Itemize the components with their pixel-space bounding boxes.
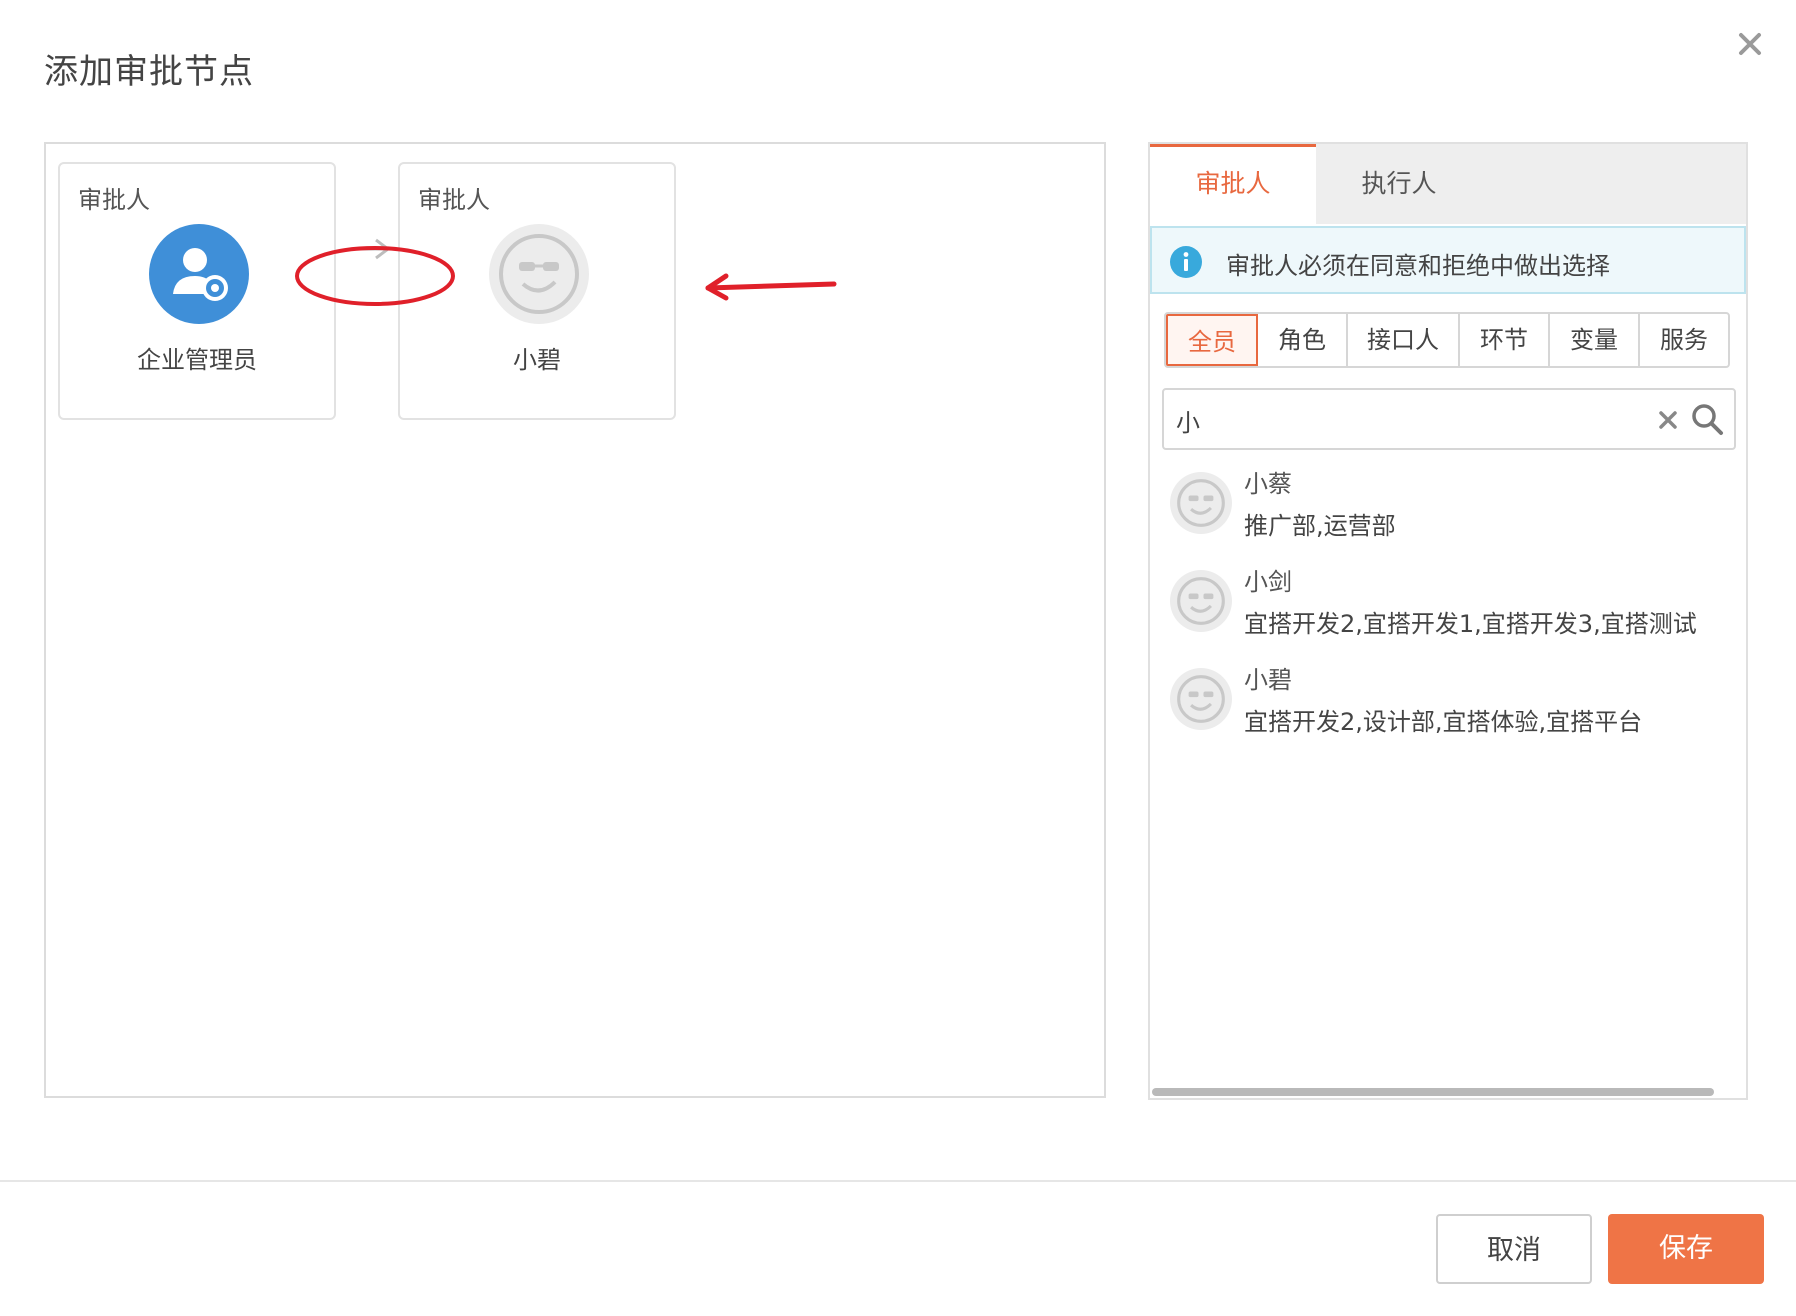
member-name: 小蔡: [1244, 470, 1292, 498]
flow-canvas: 审批人 企业管理员 审批人 小碧: [44, 142, 1106, 1098]
list-item[interactable]: 小碧 宜搭开发2,设计部,宜搭体验,宜搭平台: [1150, 660, 1746, 758]
member-name: 小剑: [1244, 568, 1292, 596]
list-item[interactable]: 小蔡 推广部,运营部: [1150, 464, 1746, 562]
filter-all[interactable]: 全员: [1166, 314, 1258, 366]
member-departments: 宜搭开发2,设计部,宜搭体验,宜搭平台: [1244, 708, 1643, 736]
close-icon[interactable]: [1732, 26, 1768, 62]
filter-contact[interactable]: 接口人: [1348, 314, 1460, 366]
member-departments: 推广部,运营部: [1244, 512, 1396, 540]
dialog-title: 添加审批节点: [44, 52, 254, 92]
approver-picker: 审批人 执行人 审批人必须在同意和拒绝中做出选择 全员 角色 接口人 环节 变量…: [1148, 142, 1748, 1100]
info-icon: [1170, 246, 1202, 278]
info-notice: 审批人必须在同意和拒绝中做出选择: [1150, 226, 1746, 294]
approval-node-card[interactable]: 审批人 企业管理员: [58, 162, 336, 420]
default-face-avatar-icon: [489, 224, 589, 324]
filter-role[interactable]: 角色: [1258, 314, 1348, 366]
node-name: 企业管理员: [137, 346, 257, 374]
save-button[interactable]: 保存: [1608, 1214, 1764, 1284]
default-face-avatar-icon: [1170, 570, 1232, 632]
horizontal-scrollbar[interactable]: [1152, 1088, 1714, 1096]
default-face-avatar-icon: [1170, 472, 1232, 534]
member-departments: 宜搭开发2,宜搭开发1,宜搭开发3,宜搭测试: [1244, 610, 1697, 638]
member-type-filter: 全员 角色 接口人 环节 变量 服务: [1164, 312, 1730, 368]
search-icon[interactable]: [1690, 402, 1724, 436]
filter-service[interactable]: 服务: [1640, 314, 1728, 366]
notice-text: 审批人必须在同意和拒绝中做出选择: [1226, 252, 1610, 280]
arrow-right-icon: [350, 238, 391, 260]
default-face-avatar-icon: [1170, 668, 1232, 730]
node-label: 审批人: [78, 186, 150, 214]
list-item[interactable]: 小剑 宜搭开发2,宜搭开发1,宜搭开发3,宜搭测试: [1150, 562, 1746, 660]
add-approval-node-dialog: 添加审批节点 审批人 企业管理员 审批人 小碧 审批人 执行人 审批人必须在同意…: [0, 0, 1796, 1316]
search-results: 小蔡 推广部,运营部 小剑 宜搭开发2,宜搭开发1,宜搭开发3,宜搭测试 小碧 …: [1150, 464, 1746, 758]
approval-node-card[interactable]: 审批人 小碧: [398, 162, 676, 420]
node-label: 审批人: [418, 186, 490, 214]
member-name: 小碧: [1244, 666, 1292, 694]
admin-gear-icon: [149, 224, 249, 324]
clear-icon[interactable]: [1656, 408, 1680, 432]
tab-approver[interactable]: 审批人: [1150, 144, 1316, 224]
footer-divider: [0, 1180, 1796, 1182]
search-input[interactable]: [1174, 398, 1648, 442]
tab-executor[interactable]: 执行人: [1316, 144, 1482, 224]
filter-variable[interactable]: 变量: [1550, 314, 1640, 366]
filter-step[interactable]: 环节: [1460, 314, 1550, 366]
member-search: [1162, 388, 1736, 450]
picker-tabs: 审批人 执行人: [1150, 144, 1746, 224]
cancel-button[interactable]: 取消: [1436, 1214, 1592, 1284]
node-name: 小碧: [513, 346, 561, 374]
